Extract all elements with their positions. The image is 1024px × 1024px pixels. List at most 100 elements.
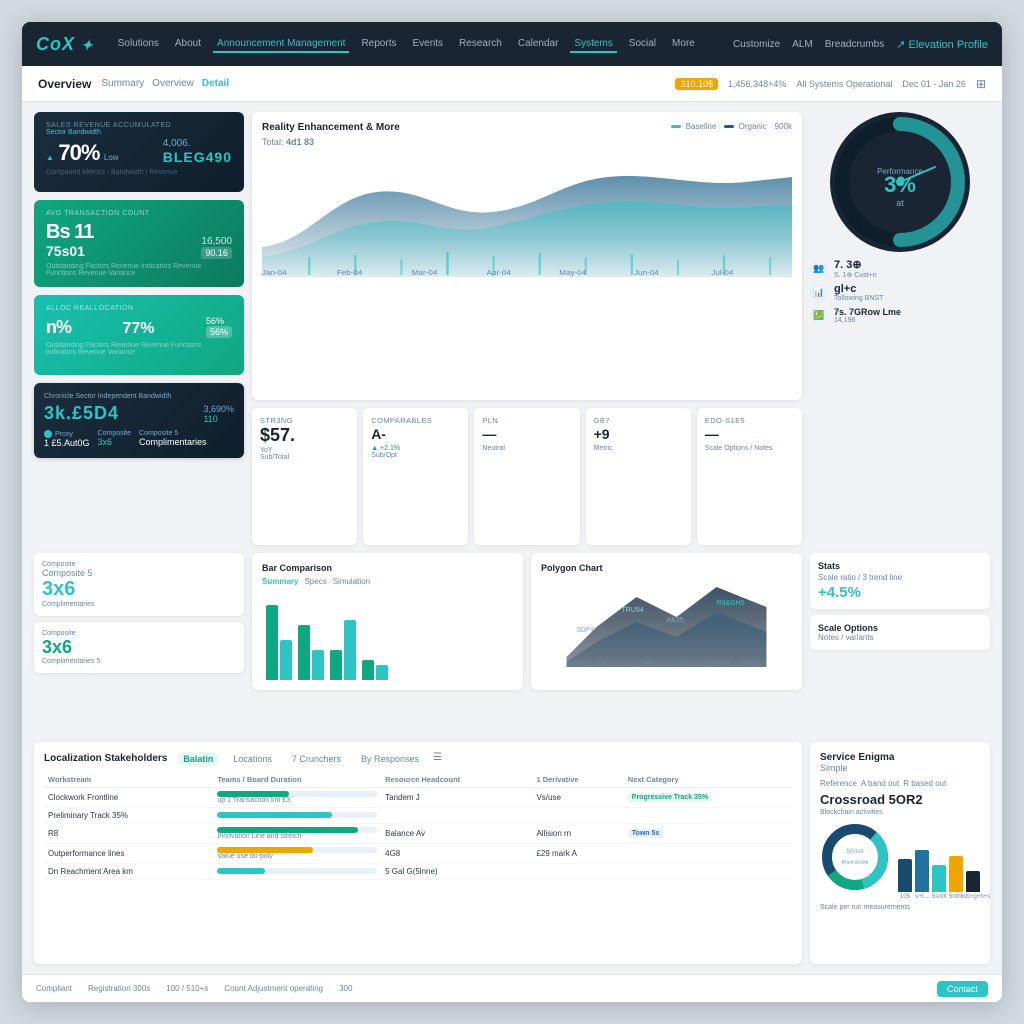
row2-val2 xyxy=(532,807,623,823)
mc4-cat-val2: Complimentaries xyxy=(139,437,207,447)
kpi-sub-0: YoY xyxy=(260,447,349,454)
svg-text:5afn3: 5afn3 xyxy=(742,661,758,667)
mc4-right: 3,690% 110 xyxy=(203,404,234,424)
br-ref-row: Reference A band out R based out xyxy=(820,779,980,788)
right-metric-1: 👥 7. 3⊕ S. 1⊕ Cust+n xyxy=(810,258,990,279)
svg-text:S0PY: S0PY xyxy=(577,627,595,634)
br-bar-4 xyxy=(949,856,963,892)
right-col-2: Stats Scale ratio / 3 trend line +4.5% S… xyxy=(810,553,990,734)
grid-icon[interactable]: ⊞ xyxy=(976,77,986,91)
table-title: Localization Stakeholders xyxy=(44,753,167,764)
nav-about[interactable]: About xyxy=(171,36,205,53)
mc4-cat1: Proxy 1 £5.Aut0G xyxy=(44,430,90,448)
row3-note: Town 5x xyxy=(624,823,792,843)
left-stat-card-2: Composite 3x6 Complimentaries 5 xyxy=(34,622,244,673)
mc3-desc: Outstanding Factors Revenue Revenue Func… xyxy=(46,342,232,356)
kpi-label-0: STR3NG xyxy=(260,416,349,425)
tab-summary[interactable]: Summary xyxy=(101,78,144,89)
br-subtitle: Simple xyxy=(820,763,894,773)
nav-reports[interactable]: Reports xyxy=(357,36,400,53)
mc4-proxy-val: 1 £5.Aut0G xyxy=(44,438,90,448)
br-ref-a: A band out xyxy=(861,779,899,788)
bar-tab-summary[interactable]: Summary xyxy=(262,577,298,586)
br-bar-label-2: s+t... xyxy=(915,894,929,900)
contact-button[interactable]: Contact xyxy=(937,981,988,997)
kpi-comparables: Comparables A- ▲ +2.1% Sub/Opt xyxy=(363,408,468,545)
bar-2b xyxy=(312,650,324,680)
nav-announcement[interactable]: Announcement Management xyxy=(213,36,349,53)
nav-more[interactable]: More xyxy=(668,36,699,53)
br-chart-area: S0rtue Proof at lnm xyxy=(820,822,980,892)
brand-logo[interactable]: CoX ✦ xyxy=(36,34,94,55)
nav-systems[interactable]: Systems xyxy=(570,36,616,53)
bottom-right-card: Service Enigma Simple Reference A band o… xyxy=(810,742,990,965)
nav-breadcrumbs[interactable]: Breadcrumbs xyxy=(825,39,884,50)
table-tab-0[interactable]: Balatin xyxy=(177,752,219,766)
kpi-streng: STR3NG $57. YoY Sub/Total xyxy=(252,408,357,545)
br-donut: S0rtue Proof at lnm xyxy=(820,822,890,892)
mc2-label: Avg Transaction Count xyxy=(46,210,232,217)
bar-tab-sim[interactable]: Simulation xyxy=(333,577,370,586)
nav-customize[interactable]: Customize xyxy=(733,39,780,50)
kpi-pln: PLN — Neutral xyxy=(474,408,579,545)
kpi-label-2: PLN xyxy=(482,416,571,425)
nav-user[interactable]: ↗ Elevation Profile xyxy=(896,38,988,51)
kpi-val-4: — xyxy=(705,425,794,445)
kpi-edo: EDO-S1E5 — Scale Options / Notes xyxy=(697,408,802,545)
table-header-row: Localization Stakeholders Balatin Locati… xyxy=(44,752,792,766)
kpi-sub-1: ▲ +2.1% xyxy=(371,445,460,452)
footer-item-3: Count Adjustment operating xyxy=(224,984,323,993)
metric-detail-2: gl+c Tollowing BNST xyxy=(834,283,883,302)
mc2-row: Bs 11 75s01 16,500 90.16 xyxy=(46,221,232,259)
br-bar-label-5: S+g+h+s5 xyxy=(966,894,980,900)
gauge-svg: Performance 3% at xyxy=(830,112,970,252)
nav-social[interactable]: Social xyxy=(625,36,660,53)
svg-text:at: at xyxy=(896,198,904,208)
svg-text:Mar-04: Mar-04 xyxy=(412,269,438,277)
bar-1a xyxy=(266,605,278,680)
right-stat-1: Stats Scale ratio / 3 trend line +4.5% xyxy=(810,553,990,609)
metric-val-2: gl+c xyxy=(834,283,883,295)
nav-events[interactable]: Events xyxy=(408,36,447,53)
kpi-val-2: — xyxy=(482,425,571,445)
right-column-top: Performance 3% at 👥 7. 3⊕ S. 1⊕ Cust+n xyxy=(810,112,990,400)
legend-organic-text: Organic xyxy=(739,122,767,131)
footer: Compliant Registration 300s 100 / 510+s … xyxy=(22,974,1002,1002)
footer-right: Contact xyxy=(937,981,988,997)
nav-right: Customize ALM Breadcrumbs ↗ Elevation Pr… xyxy=(733,38,988,51)
chart-total: Total: 4d1 83 xyxy=(262,137,400,147)
page-title: Overview xyxy=(38,77,91,91)
bar-group-2 xyxy=(298,625,324,680)
br-bar-chart xyxy=(898,832,980,892)
mc2-subnum: 75s01 xyxy=(46,243,93,259)
mc3-row: n% 77% 56% 56% xyxy=(46,316,232,338)
table-tab-1[interactable]: Locations xyxy=(227,752,278,766)
row3-tag: Town 5x xyxy=(628,829,663,838)
tab-detail[interactable]: Detail xyxy=(202,78,229,89)
bar-chart-card: Bar Comparison Summary Specs Simulation xyxy=(252,553,523,690)
bar-tab-specs[interactable]: Specs xyxy=(304,577,326,586)
nav-solutions[interactable]: Solutions xyxy=(114,36,163,53)
svg-text:R9&GH5: R9&GH5 xyxy=(717,600,745,607)
nav-research[interactable]: Research xyxy=(455,36,506,53)
badge-value2: 1,456,348+4% xyxy=(728,79,786,89)
table-tab-2[interactable]: 7 Crunchers xyxy=(286,752,347,766)
kpi-label-3: GB7 xyxy=(594,416,683,425)
kpi-label-1: Comparables xyxy=(371,416,460,425)
table-tab-3[interactable]: By Responses xyxy=(355,752,425,766)
metric-detail-label-2: Tollowing BNST xyxy=(834,295,883,302)
row4-val2: £29 mark A xyxy=(532,843,623,863)
mc4-proxy-dot xyxy=(44,430,52,438)
col-teams: Teams / Board Duration xyxy=(213,772,381,788)
table-menu-icon[interactable]: ☰ xyxy=(433,752,442,766)
bar-chart-title: Bar Comparison xyxy=(262,563,332,573)
nav-calendar[interactable]: Calendar xyxy=(514,36,563,53)
tab-overview[interactable]: Overview xyxy=(152,78,194,89)
br-bar-group xyxy=(898,832,980,892)
kpi-val-1: A- xyxy=(371,425,460,445)
row4-note xyxy=(624,843,792,863)
legend-baseline-color xyxy=(671,125,681,128)
mc4-bignum: 3k.£5D4 xyxy=(44,403,119,424)
nav-alm[interactable]: ALM xyxy=(792,39,813,50)
row1-progress-label: up 1 Transaction km £3 xyxy=(217,797,377,804)
